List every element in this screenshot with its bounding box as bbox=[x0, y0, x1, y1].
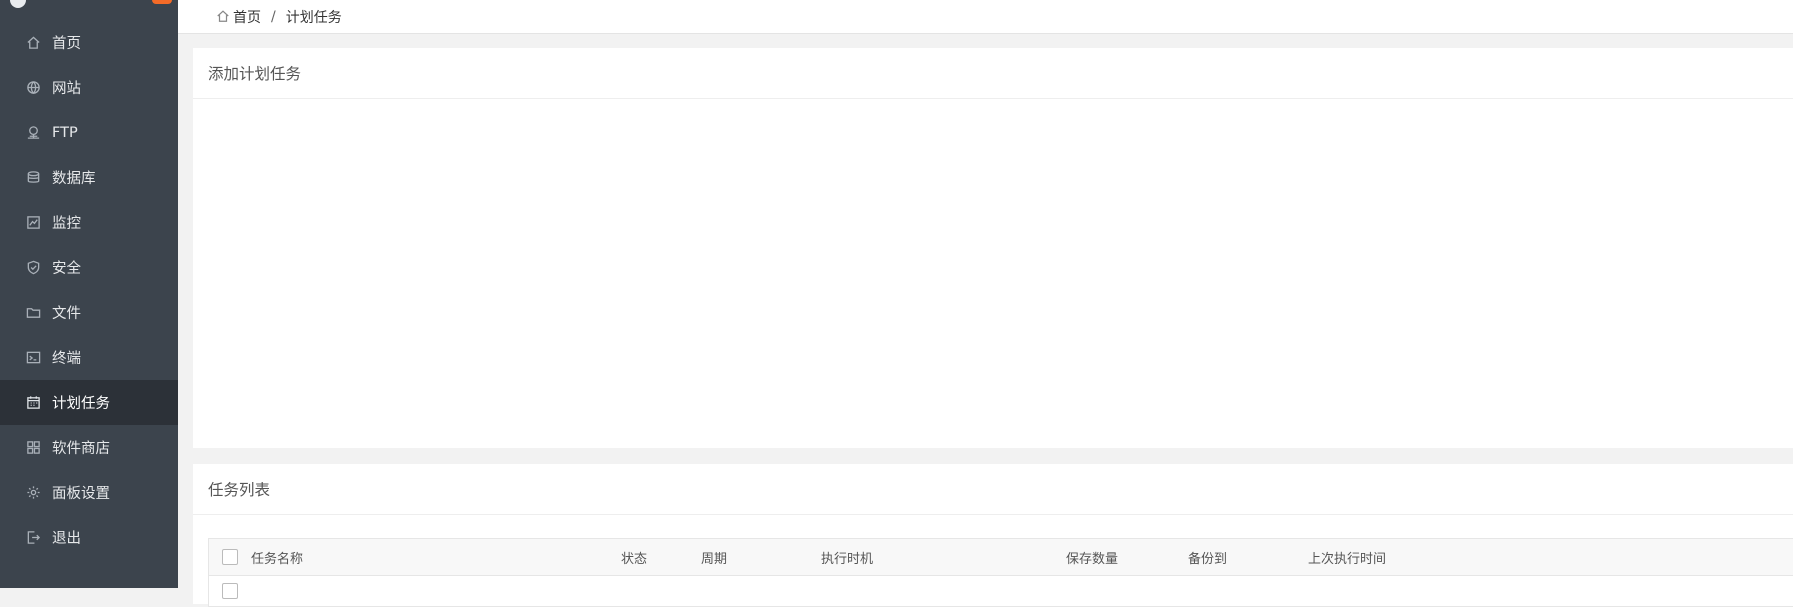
breadcrumb-current: 计划任务 bbox=[285, 9, 342, 26]
sidebar-item-label: 监控 bbox=[52, 216, 81, 232]
terminal-icon bbox=[24, 349, 42, 367]
column-header: 上次执行时间 bbox=[1308, 551, 1387, 567]
sidebar-item-monitor[interactable]: 监控 bbox=[0, 200, 178, 245]
breadcrumb: 首页 / 计划任务 bbox=[178, 0, 1793, 34]
sidebar-item-label: 安全 bbox=[52, 261, 81, 277]
sidebar-item-label: FTP bbox=[52, 124, 78, 141]
task-table: 任务名称 状态 周期 执行时机 保存数量 备份到 上次执行时间 bbox=[208, 538, 1793, 607]
sidebar-item-label: 终端 bbox=[52, 351, 81, 367]
sidebar-item-label: 网站 bbox=[52, 81, 81, 97]
column-header: 状态 bbox=[621, 551, 648, 567]
sidebar-item-website[interactable]: 网站 bbox=[0, 65, 178, 110]
task-list-panel: 任务列表 任务名称 状态 周期 执行时机 保存数量 备份到 上次执行时间 bbox=[193, 464, 1793, 607]
sidebar-item-label: 退出 bbox=[52, 531, 81, 547]
breadcrumb-home[interactable]: 首页 bbox=[233, 7, 261, 27]
sidebar-item-logout[interactable]: 退出 bbox=[0, 515, 178, 560]
column-header: 任务名称 bbox=[251, 551, 304, 567]
sidebar: 首页 网站 FTP 数据库 监控 安全 文件 终端 计划任务 软件商店 面板设置… bbox=[0, 0, 178, 588]
logo bbox=[0, 0, 178, 14]
home-icon[interactable] bbox=[216, 9, 233, 25]
add-task-title: 添加计划任务 bbox=[193, 48, 1793, 99]
notification-badge[interactable] bbox=[152, 0, 172, 4]
logo-icon bbox=[10, 0, 26, 8]
add-task-panel: 添加计划任务 bbox=[193, 48, 1793, 448]
column-header: 周期 bbox=[701, 551, 728, 567]
sidebar-item-label: 计划任务 bbox=[52, 396, 110, 412]
table-row bbox=[209, 576, 1793, 606]
task-list-title: 任务列表 bbox=[193, 464, 1793, 515]
logout-icon bbox=[24, 529, 42, 547]
sidebar-item-terminal[interactable]: 终端 bbox=[0, 335, 178, 380]
sidebar-item-label: 面板设置 bbox=[52, 486, 110, 502]
sidebar-item-label: 软件商店 bbox=[52, 441, 110, 457]
globe-icon bbox=[24, 79, 42, 97]
folder-icon bbox=[24, 304, 42, 322]
sidebar-item-security[interactable]: 安全 bbox=[0, 245, 178, 290]
row-select-cell bbox=[209, 583, 251, 599]
apps-icon bbox=[24, 439, 42, 457]
sidebar-item-label: 文件 bbox=[52, 306, 81, 322]
column-header: 备份到 bbox=[1188, 551, 1228, 567]
sidebar-item-database[interactable]: 数据库 bbox=[0, 155, 178, 200]
column-header: 执行时机 bbox=[821, 551, 874, 567]
calendar-icon bbox=[24, 394, 42, 412]
gear-icon bbox=[24, 484, 42, 502]
select-all-cell bbox=[209, 549, 251, 565]
sidebar-item-files[interactable]: 文件 bbox=[0, 290, 178, 335]
select-all-checkbox[interactable] bbox=[222, 549, 238, 565]
sidebar-nav: 首页 网站 FTP 数据库 监控 安全 文件 终端 计划任务 软件商店 面板设置… bbox=[0, 20, 178, 560]
monitor-icon bbox=[24, 214, 42, 232]
sidebar-item-ftp[interactable]: FTP bbox=[0, 110, 178, 155]
sidebar-item-home[interactable]: 首页 bbox=[0, 20, 178, 65]
column-header: 保存数量 bbox=[1066, 551, 1119, 567]
table-header: 任务名称 状态 周期 执行时机 保存数量 备份到 上次执行时间 bbox=[209, 539, 1793, 576]
row-checkbox[interactable] bbox=[222, 583, 238, 599]
sidebar-item-settings[interactable]: 面板设置 bbox=[0, 470, 178, 515]
home-icon bbox=[24, 34, 42, 52]
sidebar-item-label: 首页 bbox=[52, 36, 81, 52]
ftp-icon bbox=[24, 124, 42, 142]
sidebar-item-label: 数据库 bbox=[52, 171, 96, 187]
database-icon bbox=[24, 169, 42, 187]
sidebar-item-store[interactable]: 软件商店 bbox=[0, 425, 178, 470]
breadcrumb-separator: / bbox=[271, 8, 276, 25]
sidebar-item-cron[interactable]: 计划任务 bbox=[0, 380, 178, 425]
shield-icon bbox=[24, 259, 42, 277]
